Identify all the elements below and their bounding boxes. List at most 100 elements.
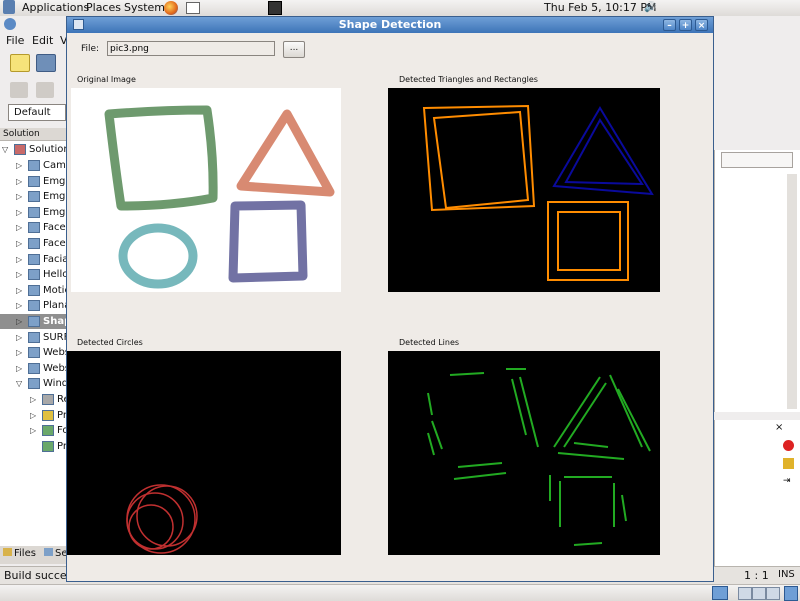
solution-tab[interactable]: Se [44, 548, 68, 559]
project-icon [28, 222, 40, 234]
expander-collapsed-icon[interactable]: ▷ [30, 423, 36, 438]
project-icon [28, 191, 40, 203]
workspace-1[interactable] [738, 587, 752, 600]
expander-collapsed-icon[interactable]: ▷ [16, 205, 22, 220]
lines-image [388, 351, 660, 555]
project-icon [28, 284, 40, 296]
project-icon [28, 331, 40, 343]
project-icon [28, 269, 40, 281]
error-icon[interactable] [783, 440, 794, 451]
terminal-icon[interactable] [268, 1, 282, 15]
window-menu-icon[interactable] [73, 19, 84, 30]
pin-icon[interactable]: ⇥ [783, 476, 791, 486]
workspace-3[interactable] [766, 587, 780, 600]
expander-collapsed-icon[interactable]: ▷ [16, 189, 22, 204]
applications-menu[interactable]: Applications [22, 1, 89, 14]
ide-editor-area[interactable] [714, 150, 800, 412]
config-select[interactable]: Default [8, 104, 66, 121]
places-menu[interactable]: Places [86, 1, 121, 14]
trash-icon[interactable] [784, 586, 798, 601]
tree-item[interactable]: ▷ Emgu [0, 189, 72, 204]
tree-item[interactable]: ▷ SURF [0, 330, 69, 345]
tree-item[interactable]: ▷ Shap [0, 314, 71, 329]
clock[interactable]: Thu Feb 5, 10:17 PM [544, 1, 656, 14]
ide-menu-edit[interactable]: Edit [32, 34, 53, 47]
pane-close-icon[interactable]: × [775, 422, 783, 433]
save-icon[interactable] [36, 54, 56, 72]
project-icon [42, 440, 54, 452]
expander-collapsed-icon[interactable]: ▷ [16, 252, 22, 267]
tree-item[interactable]: ▽ Windo [0, 376, 74, 391]
volume-icon[interactable]: 🔊 [644, 2, 656, 13]
system-menu[interactable]: System [124, 1, 165, 14]
files-tab[interactable]: Files [3, 548, 36, 559]
circles-image [67, 351, 341, 555]
tree-item[interactable]: ▷ Hello [0, 267, 68, 282]
project-icon [28, 378, 40, 390]
file-path-input[interactable] [107, 41, 275, 56]
tree-item[interactable]: ▷ Pr [0, 408, 68, 423]
file-label: File: [81, 44, 100, 54]
lines-background [388, 351, 660, 555]
expander-collapsed-icon[interactable]: ▷ [16, 220, 22, 235]
tree-item[interactable]: ▷ Emgu [0, 174, 72, 189]
ide-output-pane: × ⇥ [714, 420, 800, 570]
expander-collapsed-icon[interactable]: ▷ [16, 174, 22, 189]
tree-item[interactable]: ▷ Re [0, 392, 70, 407]
show-desktop-icon[interactable] [712, 586, 728, 600]
expander-collapsed-icon[interactable]: ▷ [16, 267, 22, 282]
shape-detection-window: Shape Detection – + × File: ... Original… [66, 16, 714, 582]
workspace-2[interactable] [752, 587, 766, 600]
maximize-button[interactable]: + [679, 19, 692, 31]
tree-item[interactable]: ▷ Face [0, 220, 68, 235]
expander-collapsed-icon[interactable]: ▷ [16, 361, 22, 376]
clear-icon[interactable] [783, 458, 794, 469]
circles-background [67, 351, 341, 555]
expander-collapsed-icon[interactable]: ▷ [16, 345, 22, 360]
expander-expanded-icon[interactable]: ▽ [2, 142, 8, 157]
tree-item-label: Facia [43, 253, 69, 265]
lines-label: Detected Lines [399, 338, 460, 347]
new-file-icon[interactable] [10, 54, 30, 72]
original-image-label: Original Image [77, 75, 136, 84]
tree-item[interactable]: ▷ Webs [0, 361, 70, 376]
tree-item[interactable]: ▷ Fo [0, 423, 69, 438]
project-icon [28, 316, 40, 327]
solution-header: Solution [0, 128, 68, 141]
expander-collapsed-icon[interactable]: ▷ [30, 408, 36, 423]
debug-icon[interactable] [36, 82, 54, 98]
tree-item[interactable]: ▽ Solution [0, 142, 70, 157]
tree-item[interactable]: ▷ Facia [0, 252, 68, 267]
expander-collapsed-icon[interactable]: ▷ [16, 236, 22, 251]
project-icon [28, 175, 40, 187]
mail-icon[interactable] [186, 2, 200, 14]
tree-item[interactable]: ▷ Plana [0, 298, 70, 313]
project-icon [42, 394, 54, 405]
expander-collapsed-icon[interactable]: ▷ [16, 330, 22, 345]
expander-collapsed-icon[interactable]: ▷ [30, 392, 36, 407]
ide-combo[interactable] [721, 152, 793, 168]
tree-item[interactable]: ▷ Emgu [0, 205, 72, 220]
firefox-icon[interactable] [164, 1, 178, 15]
distro-icon[interactable] [3, 0, 15, 14]
ide-menu-file[interactable]: File [6, 34, 24, 47]
run-icon[interactable] [10, 82, 28, 98]
close-button[interactable]: × [695, 19, 708, 31]
expander-collapsed-icon[interactable]: ▷ [16, 283, 22, 298]
tree-item[interactable]: ▷ Face [0, 236, 68, 251]
tree-item[interactable]: Pr [0, 439, 68, 454]
expander-expanded-icon[interactable]: ▽ [16, 376, 22, 391]
browse-button[interactable]: ... [283, 41, 305, 58]
project-icon [28, 160, 40, 171]
tree-item[interactable]: ▷ Webs [0, 345, 70, 360]
tree-item-label: Face [43, 222, 66, 234]
minimize-button[interactable]: – [663, 19, 676, 31]
window-title-bar[interactable]: Shape Detection – + × [67, 17, 713, 33]
expander-collapsed-icon[interactable]: ▷ [16, 298, 22, 313]
expander-collapsed-icon[interactable]: ▷ [16, 158, 22, 173]
tree-item[interactable]: ▷ Motic [0, 283, 70, 298]
ide-scrollbar[interactable] [787, 174, 797, 409]
tree-item[interactable]: ▷ Came [0, 158, 72, 173]
ide-app-icon [4, 18, 16, 30]
expander-collapsed-icon[interactable]: ▷ [16, 314, 22, 329]
